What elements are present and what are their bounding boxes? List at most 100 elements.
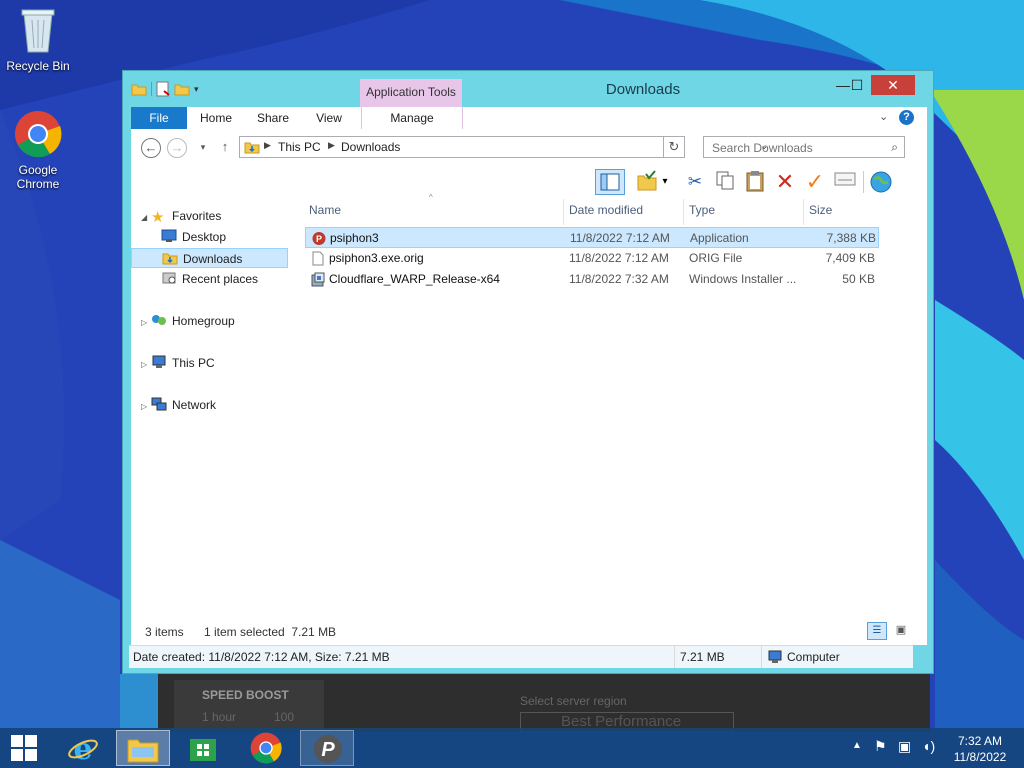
column-divider[interactable]	[683, 199, 684, 225]
collapse-arrow-icon[interactable]: ◢	[141, 208, 151, 228]
title-bar[interactable]: ▾ Application Tools Downloads — ☐ ✕	[123, 71, 933, 107]
search-box[interactable]: ⌕	[703, 136, 905, 158]
ribbon-expand-icon[interactable]: ⌄	[879, 110, 888, 123]
taskbar-chrome[interactable]	[238, 730, 292, 766]
file-name: Cloudflare_WARP_Release-x64	[329, 272, 500, 286]
tab-view[interactable]: View	[301, 107, 357, 129]
view-dropdown-icon[interactable]: ▾	[659, 170, 671, 194]
nav-downloads[interactable]: Downloads	[131, 248, 288, 268]
address-bar[interactable]: ▶ This PC ▶ Downloads ⌄	[239, 136, 768, 158]
forward-button[interactable]: →	[167, 138, 187, 158]
change-view-button[interactable]	[635, 170, 659, 194]
file-date: 11/8/2022 7:12 AM	[570, 231, 670, 245]
folder-check-icon	[637, 170, 657, 191]
show-hidden-icons-icon[interactable]: ▲	[852, 740, 862, 751]
action-center-icon[interactable]: ⚑	[874, 738, 887, 755]
breadcrumb-this-pc[interactable]: This PC	[278, 140, 321, 154]
maximize-button[interactable]: ☐	[843, 75, 871, 95]
nav-favorites[interactable]: ◢ ★ Favorites	[141, 206, 221, 226]
desktop-icon-label: Google Chrome	[16, 163, 60, 191]
breadcrumb-downloads[interactable]: Downloads	[341, 140, 400, 154]
background-app-window[interactable]: SPEED BOOST 1 hour 100 Select server reg…	[158, 672, 930, 732]
column-header-type[interactable]: Type	[689, 203, 715, 217]
svg-text:P: P	[316, 234, 322, 244]
column-header-name[interactable]: Name	[309, 203, 341, 217]
rename-icon[interactable]: ✓	[803, 170, 827, 194]
tab-manage[interactable]: Manage	[361, 107, 463, 129]
new-folder-icon[interactable]	[174, 81, 190, 97]
delete-icon[interactable]: ✕	[773, 170, 797, 194]
nav-recent-places[interactable]: Recent places	[161, 269, 258, 289]
expand-arrow-icon[interactable]: ▷	[141, 397, 151, 417]
expand-arrow-icon[interactable]: ▷	[141, 313, 151, 333]
taskbar-file-explorer[interactable]	[116, 730, 170, 766]
refresh-button[interactable]: ↻	[663, 136, 685, 158]
nav-downloads-label: Downloads	[183, 252, 243, 266]
volume-icon[interactable]: ◖)	[922, 738, 935, 754]
cut-icon[interactable]: ✂	[683, 170, 707, 194]
expand-arrow-icon[interactable]: ▷	[141, 355, 151, 375]
up-button[interactable]: ↑	[215, 138, 235, 158]
nav-homegroup[interactable]: ▷ Homegroup	[141, 311, 235, 331]
column-header-size[interactable]: Size	[809, 203, 832, 217]
copy-icon[interactable]	[713, 170, 737, 194]
large-icons-view-button[interactable]: ▣	[891, 622, 911, 640]
search-input[interactable]	[710, 140, 884, 156]
chrome-icon	[15, 111, 62, 158]
copy-glyph	[716, 171, 734, 190]
file-row-cloudflare-warp[interactable]: Cloudflare_WARP_Release-x64 11/8/2022 7:…	[305, 269, 879, 290]
svg-text:P: P	[321, 739, 335, 761]
breadcrumb-separator[interactable]: ▶	[264, 140, 271, 151]
file-list[interactable]: ^ Name Date modified Type Size P psiphon…	[303, 193, 927, 645]
nav-desktop[interactable]: Desktop	[161, 227, 226, 247]
taskbar-psiphon[interactable]: P	[300, 730, 354, 766]
nav-network[interactable]: ▷ Network	[141, 395, 216, 415]
window-glyph	[834, 172, 856, 186]
desktop-icon	[161, 229, 177, 242]
quick-access-toolbar: ▾	[131, 81, 199, 97]
nav-this-pc[interactable]: ▷ This PC	[141, 353, 215, 373]
start-button[interactable]	[0, 730, 48, 766]
nav-favorites-label: Favorites	[172, 209, 222, 223]
installer-icon	[311, 272, 325, 287]
file-date: 11/8/2022 7:32 AM	[569, 272, 669, 286]
globe-icon[interactable]	[869, 170, 893, 194]
recent-locations-button[interactable]: ▾	[193, 138, 213, 158]
recent-places-icon	[162, 272, 176, 284]
tab-file[interactable]: File	[131, 107, 187, 129]
homegroup-icon	[152, 315, 166, 325]
column-divider[interactable]	[563, 199, 564, 225]
column-divider[interactable]	[803, 199, 804, 225]
date-created-info: Date created: 11/8/2022 7:12 AM, Size: 7…	[133, 650, 390, 664]
preview-pane-button[interactable]	[595, 169, 625, 195]
properties-icon[interactable]	[156, 81, 170, 97]
desktop-icon-recycle-bin[interactable]: Recycle Bin	[0, 6, 76, 73]
breadcrumb-separator[interactable]: ▶	[328, 140, 335, 151]
taskbar-clock[interactable]: 7:32 AM 11/8/2022	[940, 733, 1020, 765]
desktop-icon-google-chrome[interactable]: Google Chrome	[0, 110, 76, 191]
help-icon[interactable]: ?	[899, 110, 914, 125]
clock-time: 7:32 AM	[957, 734, 1003, 748]
globe-glyph	[870, 171, 892, 193]
close-button[interactable]: ✕	[871, 75, 915, 95]
tab-home[interactable]: Home	[187, 107, 245, 129]
qat-dropdown-icon[interactable]: ▾	[194, 84, 199, 95]
details-view-button[interactable]: ☰	[867, 622, 887, 640]
clock-date: 11/8/2022	[953, 750, 1007, 764]
taskbar-store[interactable]	[176, 730, 230, 766]
paste-icon[interactable]	[743, 170, 767, 194]
back-button[interactable]: ←	[141, 138, 161, 158]
network-tray-icon[interactable]: ▣	[898, 738, 911, 755]
explorer-window[interactable]: ▾ Application Tools Downloads — ☐ ✕ File…	[122, 70, 934, 674]
file-row-psiphon3-orig[interactable]: psiphon3.exe.orig 11/8/2022 7:12 AM ORIG…	[305, 248, 879, 269]
speed-boost-panel[interactable]: SPEED BOOST 1 hour 100	[174, 680, 324, 732]
search-icon: ⌕	[891, 140, 898, 154]
taskbar-internet-explorer[interactable]: e	[56, 730, 110, 767]
column-header-date[interactable]: Date modified	[569, 203, 643, 217]
tab-share[interactable]: Share	[245, 107, 301, 129]
navigation-pane[interactable]: ◢ ★ Favorites Desktop Downloads Recent pla…	[131, 197, 291, 645]
ribbon-tabs: File Home Share View Manage ⌄ ?	[131, 107, 927, 129]
psiphon-app-icon: P	[312, 232, 326, 245]
file-row-psiphon3[interactable]: P psiphon3 11/8/2022 7:12 AM Application…	[305, 227, 879, 248]
properties-button-icon[interactable]	[833, 170, 857, 194]
